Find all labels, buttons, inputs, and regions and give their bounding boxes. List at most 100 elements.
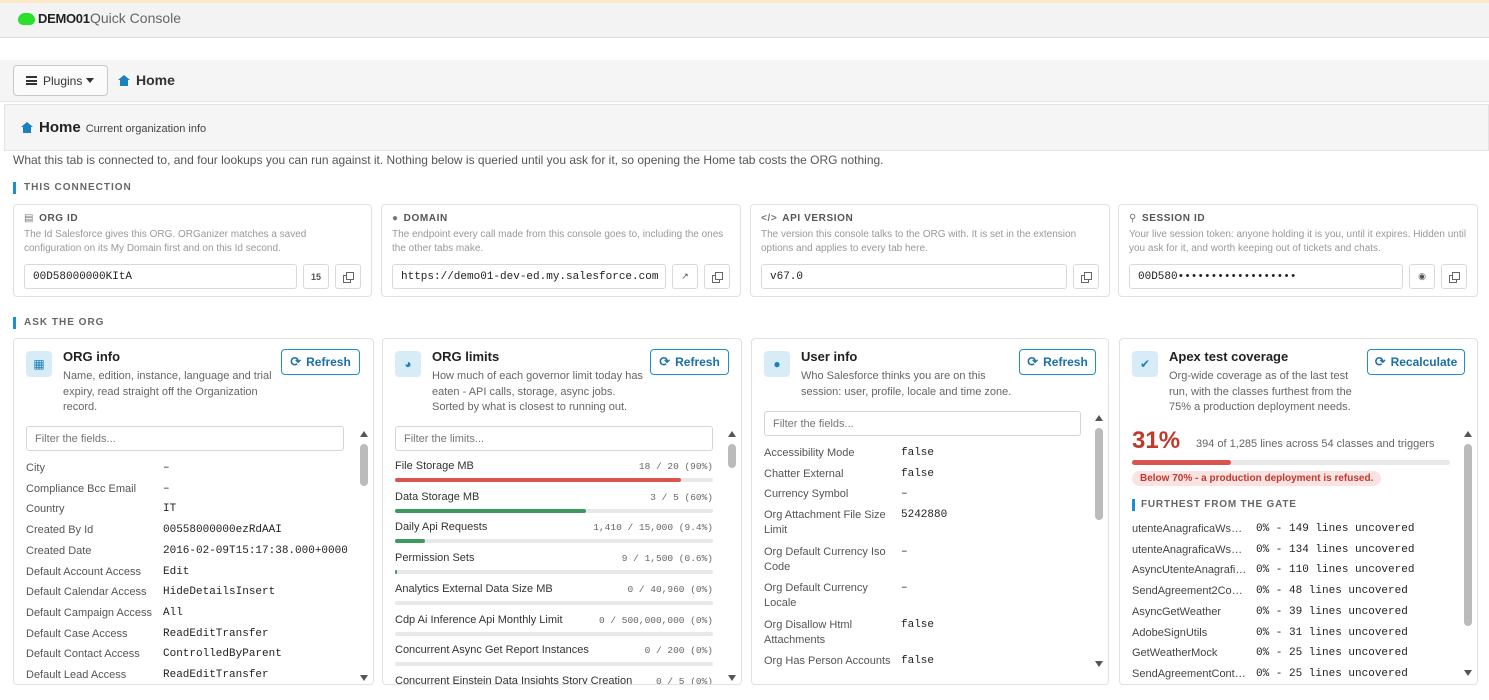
list-icon [26, 76, 37, 85]
org-info-row: Default Campaign Access All [26, 607, 356, 623]
coverage-class-value: 0% - 31 lines uncovered [1256, 626, 1408, 639]
section-title-ask: ASK THE ORG [13, 317, 104, 329]
org-info-refresh-button[interactable]: ⟳ Refresh [281, 349, 360, 375]
org-info-scrollbar[interactable] [359, 431, 369, 681]
user-info-refresh-button[interactable]: ⟳ Refresh [1019, 349, 1096, 375]
user-info-scrollbar[interactable] [1094, 415, 1104, 667]
user-info-row: Org Default Currency Locale – [764, 582, 1094, 614]
plugins-label: Plugins [43, 73, 83, 88]
org-info-card: ▦ ORG info Name, edition, instance, lang… [13, 338, 374, 685]
limit-name: Daily Api Requests [395, 521, 488, 534]
org-info-title: ORG info [63, 349, 121, 364]
open-domain-button[interactable]: ↗ [672, 264, 698, 289]
user-info-row: Currency Symbol – [764, 488, 1094, 504]
plugins-menu-button[interactable]: Plugins [13, 65, 108, 96]
external-link-icon: ↗ [681, 271, 689, 281]
domain-label: DOMAIN [403, 213, 448, 224]
org-info-row: Default Calendar Access HideDetailsInsert [26, 586, 356, 602]
domain-value[interactable]: https://demo01-dev-ed.my.salesforce.com [392, 264, 666, 289]
coverage-progress-fill [1132, 460, 1231, 465]
limit-value: 1,410 / 15,000 (9.4%) [593, 522, 713, 534]
refresh-icon: ⟳ [1374, 354, 1386, 369]
limit-name: Analytics External Data Size MB [395, 582, 553, 595]
reveal-session-button[interactable]: ◉ [1409, 264, 1435, 289]
domain-card: ● DOMAIN The endpoint every call made fro… [381, 204, 741, 297]
limit-name: Concurrent Async Get Report Instances [395, 644, 589, 657]
copy-api-version-button[interactable] [1073, 264, 1099, 289]
org-info-field-name: City [26, 462, 45, 474]
nav-home-label: Home [136, 72, 175, 88]
coverage-class-name: SendAgreementControl... [1132, 667, 1248, 680]
user-info-filter-input[interactable]: Filter the fields... [764, 411, 1081, 436]
api-version-value[interactable]: v67.0 [761, 264, 1067, 289]
copy-icon [343, 271, 354, 283]
coverage-class-value: 0% - 25 lines uncovered [1256, 647, 1408, 660]
nav-home-link[interactable]: Home [118, 72, 175, 88]
user-info-title: User info [801, 349, 858, 364]
copy-org-id-button[interactable] [335, 264, 361, 289]
apex-recalculate-button[interactable]: ⟳ Recalculate [1367, 349, 1465, 375]
limit-row: Daily Api Requests 1,410 / 15,000 (9.4%) [395, 521, 713, 547]
session-id-value[interactable]: 00D580•••••••••••••••••• [1129, 264, 1403, 289]
apex-coverage-description: Org-wide coverage as of the last test ru… [1169, 370, 1352, 413]
limit-row: Concurrent Einstein Data Insights Story … [395, 675, 713, 684]
limit-row: Analytics External Data Size MB 0 / 40,96… [395, 583, 713, 609]
limit-bar-fill [395, 478, 682, 482]
coverage-summary: 394 of 1,285 lines across 54 classes and… [1196, 438, 1435, 450]
limit-bar [395, 662, 713, 667]
org-info-field-value: Edit [163, 565, 190, 578]
org-info-field-name: Compliance Bcc Email [26, 482, 137, 495]
top-bar: DEMO01 Quick Console [0, 0, 1489, 38]
coverage-class-row: AdobeSignUtils 0% - 31 lines uncovered [1132, 627, 1452, 643]
copy-session-button[interactable] [1441, 264, 1467, 289]
org-info-field-value: 00558000000ezRdAAI [163, 524, 282, 537]
coverage-class-name: utenteAnagraficaWsFs... [1132, 523, 1248, 535]
limit-row: Concurrent Async Get Report Instances 0 /… [395, 644, 713, 670]
limit-row: File Storage MB 18 / 20 (90%) [395, 460, 713, 486]
org-limits-refresh-button[interactable]: ⟳ Refresh [650, 349, 729, 375]
user-info-field-name: Org Has Person Accounts [764, 655, 891, 668]
copy-domain-button[interactable] [704, 264, 730, 289]
user-info-field-value: – [901, 582, 908, 595]
coverage-class-value: 0% - 25 lines uncovered [1256, 667, 1408, 680]
org-id-value[interactable]: 00D58000000KItA [24, 264, 297, 289]
org-info-field-value: ReadEditTransfer [163, 627, 269, 640]
org-info-filter-input[interactable]: Filter the fields... [26, 426, 344, 451]
apex-scrollbar[interactable] [1463, 431, 1473, 676]
user-info-field-value: false [901, 655, 935, 668]
coverage-class-row: AsyncUtenteAnagrafica... 0% - 110 lines u… [1132, 564, 1452, 580]
limit-bar [395, 600, 713, 605]
user-info-row: Accessibility Mode false [764, 447, 1094, 463]
org-info-field-name: Default Calendar Access [26, 586, 147, 599]
org-info-field-name: Default Lead Access [26, 669, 127, 681]
org-limits-card: ◕ ORG limits How much of each governor l… [382, 338, 742, 685]
org-limits-scrollbar[interactable] [727, 431, 737, 681]
org-info-field-value: IT [163, 503, 177, 516]
coverage-class-name: utenteAnagraficaWsFs... [1132, 543, 1248, 556]
user-info-description: Who Salesforce thinks you are on this se… [801, 370, 1012, 398]
user-info-field-name: Currency Symbol [764, 488, 849, 501]
org-info-field-value: 2016-02-09T15:17:38.000+0000 [163, 544, 348, 557]
org-limits-filter-input[interactable]: Filter the limits... [395, 426, 713, 451]
key-icon: ⚲ [1129, 213, 1137, 224]
limit-value: 9 / 1,500 (0.6%) [621, 553, 713, 565]
limit-row: Cdp Ai Inference Api Monthly Limit 0 / 50… [395, 614, 713, 640]
coverage-class-row: utenteAnagraficaWsFs... 0% - 149 lines un… [1132, 523, 1452, 539]
user-info-field-name-cont: Code [764, 560, 791, 573]
org-info-field-name: Created Date [26, 544, 92, 557]
org-info-field-name: Default Account Access [26, 565, 141, 578]
gauge-icon: ◕ [395, 351, 421, 377]
check-circle-icon: ✔ [1132, 351, 1158, 377]
limit-value: 0 / 200 (0%) [644, 645, 713, 657]
org-info-field-name: Default Case Access [26, 627, 128, 640]
intro-text: What this tab is connected to, and four … [13, 153, 884, 167]
user-info-field-value: false [901, 467, 935, 480]
limit-bar [395, 478, 713, 482]
user-info-card: ● User info Who Salesforce thinks you ar… [751, 338, 1109, 685]
org-id-length-button[interactable]: 15 [303, 264, 329, 289]
org-info-description: Name, edition, instance, language and tr… [63, 370, 272, 413]
org-info-row: Default Account Access Edit [26, 566, 356, 582]
org-info-row: Created By Id 00558000000ezRdAAI [26, 524, 356, 540]
apex-coverage-card: ✔ Apex test coverage Org-wide coverage a… [1119, 338, 1478, 685]
org-id-description: The Id Salesforce gives this ORG. ORGani… [24, 229, 307, 254]
